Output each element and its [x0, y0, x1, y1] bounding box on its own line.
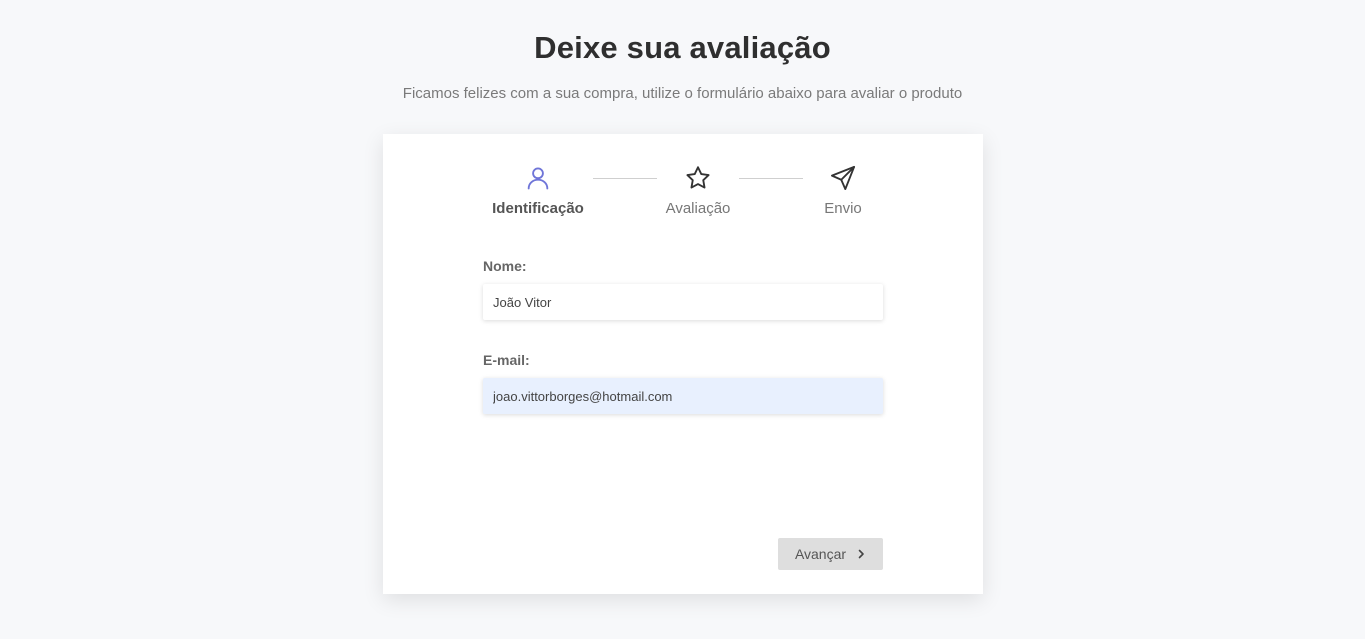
review-form-card: Identificação Avaliação Envio Nome: E-ma… [383, 134, 983, 594]
name-input[interactable] [483, 284, 883, 320]
step-label: Avaliação [665, 200, 731, 217]
next-button[interactable]: Avançar [778, 538, 883, 570]
name-field-group: Nome: [483, 258, 883, 320]
email-input[interactable] [483, 378, 883, 414]
email-label: E-mail: [483, 352, 530, 368]
step-label: Envio [824, 200, 862, 217]
star-icon [686, 166, 710, 189]
next-button-label: Avançar [794, 546, 847, 562]
step-label: Identificação [492, 200, 584, 217]
name-label: Nome: [483, 258, 527, 274]
user-icon [527, 167, 549, 190]
chevron-right-icon [858, 549, 864, 559]
email-field-group: E-mail: [483, 352, 883, 414]
step-envio[interactable]: Envio [783, 164, 903, 217]
step-avaliacao[interactable]: Avaliação [638, 164, 758, 217]
page-title: Deixe sua avaliação [534, 30, 831, 65]
step-identificacao[interactable]: Identificação [478, 164, 598, 217]
send-icon [830, 165, 856, 191]
stepper: Identificação Avaliação Envio [383, 164, 983, 224]
page-subtitle: Ficamos felizes com a sua compra, utiliz… [402, 85, 963, 102]
